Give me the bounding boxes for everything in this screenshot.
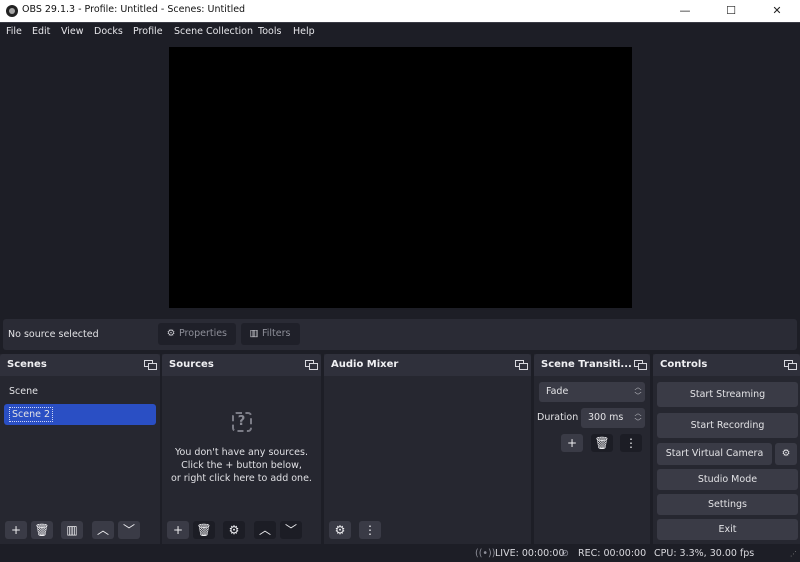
audio-mixer-menu-button[interactable]: ⋮: [359, 521, 381, 539]
close-button[interactable]: ✕: [754, 0, 800, 22]
properties-button[interactable]: ⚙ Properties: [158, 323, 236, 345]
remove-transition-button[interactable]: 🗑: [591, 434, 613, 452]
updown-icon[interactable]: ︿ ﹀: [631, 408, 645, 428]
menu-scene-collection[interactable]: Scene Collection: [174, 26, 253, 37]
filters-icon: ▥: [249, 328, 259, 339]
trash-icon: 🗑: [196, 523, 212, 537]
preview-canvas[interactable]: [169, 47, 632, 308]
audio-mixer-title: Audio Mixer: [331, 359, 399, 370]
empty-sources-message: ? You don't have any sources. Click the …: [171, 412, 312, 484]
menu-file[interactable]: File: [6, 26, 22, 37]
chevron-up-icon: ︿: [96, 523, 109, 537]
transition-menu-button[interactable]: ⋮: [620, 434, 642, 452]
menu-tools[interactable]: Tools: [258, 26, 281, 37]
advanced-audio-button[interactable]: ⚙: [329, 521, 351, 539]
start-streaming-button[interactable]: Start Streaming: [657, 382, 798, 407]
chevron-down-icon: ﹀: [284, 523, 297, 537]
context-bar: No source selected ⚙ Properties ▥ Filters: [3, 319, 797, 350]
remove-scene-button[interactable]: 🗑: [31, 521, 53, 539]
duration-spinbox[interactable]: 300 ms ︿ ﹀: [581, 408, 645, 428]
move-source-down-button[interactable]: ﹀: [280, 521, 302, 539]
sources-dock[interactable]: Sources ? You don't have any sources. Cl…: [162, 354, 321, 544]
undock-icon[interactable]: [305, 360, 318, 370]
obs-logo-icon: [6, 5, 18, 17]
source-status: No source selected: [8, 329, 99, 340]
menu-edit[interactable]: Edit: [32, 26, 50, 37]
scene-transitions-title: Scene Transiti...: [541, 359, 632, 370]
scene-item[interactable]: Scene: [4, 381, 156, 402]
more-vertical-icon: ⋮: [625, 436, 637, 450]
add-transition-button[interactable]: +: [561, 434, 583, 452]
remove-source-button[interactable]: 🗑: [193, 521, 215, 539]
filters-button[interactable]: ▥ Filters: [241, 323, 300, 345]
title-bar: OBS 29.1.3 - Profile: Untitled - Scenes:…: [0, 0, 800, 22]
gears-icon: ⚙: [334, 523, 346, 537]
add-scene-button[interactable]: +: [5, 521, 27, 539]
undock-icon[interactable]: [515, 360, 528, 370]
chevron-down-icon: ﹀: [122, 523, 135, 537]
live-timer: LIVE: 00:00:00: [495, 548, 565, 559]
trash-icon: 🗑: [594, 436, 610, 450]
recording-status-icon: ⊘: [561, 548, 569, 559]
menu-profile[interactable]: Profile: [133, 26, 163, 37]
trash-icon: 🗑: [34, 523, 50, 537]
filters-icon: ▥: [66, 523, 78, 537]
add-icon: +: [172, 523, 184, 537]
undock-icon[interactable]: [784, 360, 797, 370]
controls-title: Controls: [660, 359, 708, 370]
scenes-title: Scenes: [7, 359, 47, 370]
sources-title: Sources: [169, 359, 214, 370]
duration-label: Duration: [537, 412, 579, 423]
audio-mixer-dock: Audio Mixer ⚙ ⋮: [324, 354, 531, 544]
window-title: OBS 29.1.3 - Profile: Untitled - Scenes:…: [22, 4, 246, 15]
maximize-button[interactable]: ☐: [708, 0, 754, 22]
studio-mode-button[interactable]: Studio Mode: [657, 469, 798, 490]
undock-icon[interactable]: [144, 360, 157, 370]
updown-icon: ︿ ﹀: [634, 383, 642, 400]
menu-bar: File Edit View Docks Profile Scene Colle…: [0, 22, 800, 42]
move-source-up-button[interactable]: ︿: [254, 521, 276, 539]
settings-button[interactable]: Settings: [657, 494, 798, 515]
virtual-camera-settings-button[interactable]: ⚙: [775, 443, 797, 465]
move-scene-down-button[interactable]: ﹀: [118, 521, 140, 539]
exit-button[interactable]: Exit: [657, 519, 798, 540]
chevron-up-icon: ︿: [258, 523, 271, 537]
more-vertical-icon: ⋮: [364, 523, 376, 537]
question-icon: ?: [231, 412, 252, 432]
undock-icon[interactable]: [634, 360, 647, 370]
menu-docks[interactable]: Docks: [94, 26, 123, 37]
status-bar: ((•)) LIVE: 00:00:00 ⊘ REC: 00:00:00 CPU…: [0, 545, 800, 562]
start-recording-button[interactable]: Start Recording: [657, 413, 798, 438]
scene-item-selected[interactable]: Scene 2: [4, 404, 156, 425]
menu-view[interactable]: View: [61, 26, 84, 37]
gear-icon: ⚙: [166, 328, 176, 339]
streaming-status-icon: ((•)): [475, 548, 496, 559]
transition-select[interactable]: Fade ︿ ﹀: [539, 382, 645, 402]
resize-grip-icon[interactable]: ⋰: [790, 550, 797, 558]
source-properties-button[interactable]: ⚙: [223, 521, 245, 539]
menu-help[interactable]: Help: [293, 26, 315, 37]
add-source-button[interactable]: +: [167, 521, 189, 539]
minimize-button[interactable]: —: [662, 0, 708, 22]
add-icon: +: [566, 436, 578, 450]
gear-icon: ⚙: [781, 448, 791, 459]
scene-transitions-dock: Scene Transiti... Fade ︿ ﹀ Duration 300 m…: [534, 354, 650, 544]
add-icon: +: [10, 523, 22, 537]
rec-timer: REC: 00:00:00: [578, 548, 647, 559]
gear-icon: ⚙: [228, 523, 240, 537]
move-scene-up-button[interactable]: ︿: [92, 521, 114, 539]
controls-dock: Controls Start Streaming Start Recording…: [653, 354, 800, 544]
scene-filters-button[interactable]: ▥: [61, 521, 83, 539]
start-virtual-camera-button[interactable]: Start Virtual Camera: [657, 443, 772, 465]
scenes-dock: Scenes Scene Scene 2 + 🗑 ▥ ︿ ﹀: [0, 354, 160, 544]
cpu-fps: CPU: 3.3%, 30.00 fps: [654, 548, 755, 559]
